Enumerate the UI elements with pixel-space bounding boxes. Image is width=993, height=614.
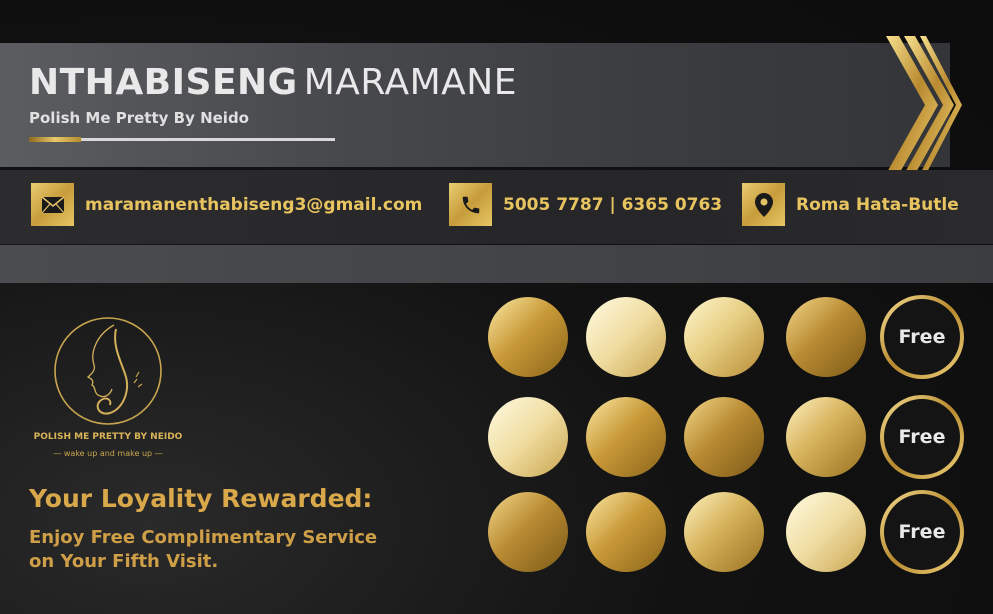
last-name: MARAMANE xyxy=(303,62,517,103)
card-holder-name: NTHABISENG MARAMANE xyxy=(29,62,517,103)
brand-logo xyxy=(54,317,162,425)
email-text: maramanenthabiseng3@gmail.com xyxy=(85,194,423,215)
stamp-slot[interactable] xyxy=(586,492,666,572)
phone-text: 5005 7787 | 6365 0763 xyxy=(503,194,723,215)
stamp-slot[interactable] xyxy=(786,492,866,572)
free-label: Free xyxy=(898,426,946,448)
loyalty-headline: Your Loyality Rewarded: xyxy=(29,484,373,513)
logo-tagline: — wake up and make up — xyxy=(53,449,163,458)
gold-accent-line xyxy=(29,137,81,142)
contact-phone[interactable]: 5005 7787 | 6365 0763 xyxy=(449,183,722,226)
free-label: Free xyxy=(898,521,946,543)
stamp-slot[interactable] xyxy=(488,492,568,572)
free-label: Free xyxy=(898,326,946,348)
logo-title: POLISH ME PRETTY BY NEIDO xyxy=(33,432,183,442)
description-line-2: on Your Fifth Visit. xyxy=(29,551,219,572)
company-name: Polish Me Pretty By Neido xyxy=(29,109,249,127)
grey-strip xyxy=(0,245,993,283)
stamp-slot[interactable] xyxy=(684,397,764,477)
first-name: NTHABISENG xyxy=(29,62,298,103)
chevron-arrows-icon xyxy=(886,36,962,174)
free-reward-stamp[interactable]: Free xyxy=(880,295,964,379)
stamp-slot[interactable] xyxy=(684,297,764,377)
stamp-slot[interactable] xyxy=(488,397,568,477)
stamp-slot[interactable] xyxy=(586,297,666,377)
free-reward-stamp[interactable]: Free xyxy=(880,490,964,574)
loyalty-card: NTHABISENG MARAMANE Polish Me Pretty By N… xyxy=(0,0,993,614)
phone-icon xyxy=(449,183,492,226)
stamp-slot[interactable] xyxy=(586,397,666,477)
location-pin-icon xyxy=(742,183,785,226)
mail-icon xyxy=(31,183,74,226)
stamp-slot[interactable] xyxy=(488,297,568,377)
contact-location[interactable]: Roma Hata-Butle xyxy=(742,183,959,226)
location-text: Roma Hata-Butle xyxy=(796,194,959,215)
contact-email[interactable]: maramanenthabiseng3@gmail.com xyxy=(31,183,422,226)
loyalty-description: Enjoy Free Complimentary Service on Your… xyxy=(29,526,449,574)
stamp-slot[interactable] xyxy=(786,397,866,477)
description-line-1: Enjoy Free Complimentary Service xyxy=(29,527,378,548)
free-reward-stamp[interactable]: Free xyxy=(880,395,964,479)
stamp-slot[interactable] xyxy=(786,297,866,377)
stamp-slot[interactable] xyxy=(684,492,764,572)
white-divider-line xyxy=(81,138,335,141)
